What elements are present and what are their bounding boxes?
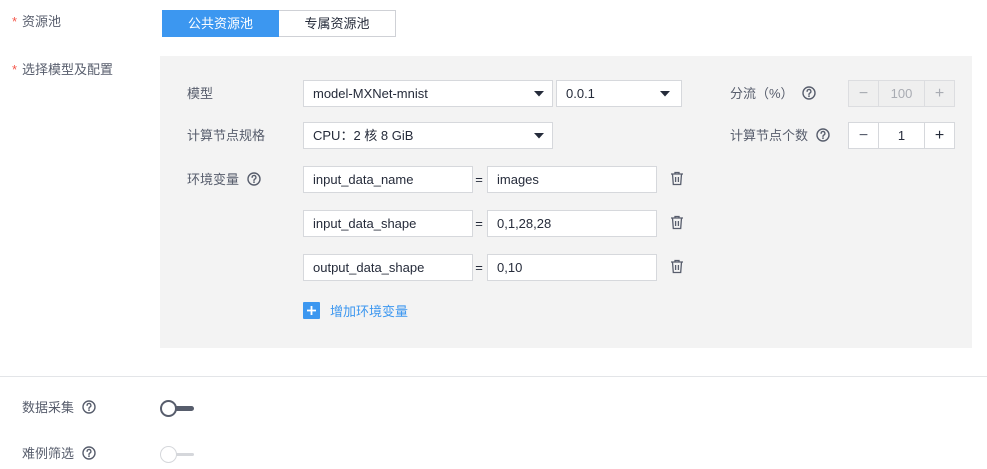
help-icon[interactable] xyxy=(247,172,261,186)
traffic-stepper[interactable]: − 100 + xyxy=(848,80,955,107)
instance-count-label: 计算节点个数 xyxy=(730,122,830,149)
env-value-input[interactable] xyxy=(487,254,657,281)
traffic-increment-button[interactable]: + xyxy=(925,81,954,106)
spec-label: 计算节点规格 xyxy=(187,128,266,143)
help-icon[interactable] xyxy=(82,446,96,460)
hard-example-filter-label-text: 难例筛选 xyxy=(22,446,75,461)
required-mark: * xyxy=(12,14,18,29)
model-config-label-text: 选择模型及配置 xyxy=(22,62,114,77)
caret-down-icon xyxy=(660,91,670,97)
help-icon[interactable] xyxy=(801,86,816,100)
env-label-text: 环境变量 xyxy=(187,172,240,187)
add-env-variable-label: 增加环境变量 xyxy=(330,304,409,319)
data-collection-label-text: 数据采集 xyxy=(22,400,75,415)
instance-count-increment-button[interactable]: + xyxy=(925,123,954,148)
traffic-label: 分流（%） xyxy=(730,80,816,107)
env-value-input[interactable] xyxy=(487,166,657,193)
switch-knob xyxy=(160,446,177,463)
section-divider xyxy=(0,376,987,377)
caret-down-icon xyxy=(534,133,544,139)
env-value-input[interactable] xyxy=(487,210,657,237)
env-separator: = xyxy=(475,216,483,231)
hard-example-filter-switch[interactable] xyxy=(160,446,194,463)
spec-select[interactable]: CPU：2 核 8 GiB xyxy=(303,122,553,149)
data-collection-label: 数据采集 xyxy=(22,400,96,416)
traffic-label-text: 分流（%） xyxy=(730,86,794,101)
model-select-value: model-MXNet-mnist xyxy=(313,86,428,101)
trash-icon[interactable] xyxy=(670,171,684,186)
instance-count-decrement-button[interactable]: − xyxy=(849,123,878,148)
spec-select-value: CPU：2 核 8 GiB xyxy=(313,128,414,143)
required-mark: * xyxy=(12,62,18,77)
model-config-panel: 模型 model-MXNet-mnist 0.0.1 分流（%） − 100 +… xyxy=(160,56,972,348)
resource-pool-label: * 资源池 xyxy=(12,14,61,30)
plus-square-icon xyxy=(303,302,320,319)
instance-count-label-text: 计算节点个数 xyxy=(730,128,809,143)
env-name-input[interactable] xyxy=(303,254,473,281)
model-select[interactable]: model-MXNet-mnist xyxy=(303,80,553,107)
traffic-decrement-button[interactable]: − xyxy=(849,81,878,106)
resource-pool-label-text: 资源池 xyxy=(22,14,62,29)
caret-down-icon xyxy=(534,91,544,97)
trash-icon[interactable] xyxy=(670,215,684,230)
model-config-label: * 选择模型及配置 xyxy=(12,62,113,78)
help-icon[interactable] xyxy=(82,400,96,414)
env-separator: = xyxy=(475,260,483,275)
switch-knob xyxy=(160,400,177,417)
env-label: 环境变量 xyxy=(187,166,261,193)
trash-icon[interactable] xyxy=(670,259,684,274)
version-select[interactable]: 0.0.1 xyxy=(556,80,682,107)
resource-pool-toggle: 公共资源池 专属资源池 xyxy=(162,10,396,37)
public-pool-button[interactable]: 公共资源池 xyxy=(162,10,279,37)
instance-count-value[interactable]: 1 xyxy=(878,123,925,148)
env-name-input[interactable] xyxy=(303,166,473,193)
data-collection-switch[interactable] xyxy=(160,400,194,417)
version-select-value: 0.0.1 xyxy=(566,86,595,101)
add-env-variable-button[interactable]: 增加环境变量 xyxy=(303,302,408,319)
dedicated-pool-button[interactable]: 专属资源池 xyxy=(279,10,396,37)
instance-count-stepper[interactable]: − 1 + xyxy=(848,122,955,149)
traffic-value[interactable]: 100 xyxy=(878,81,925,106)
hard-example-filter-label: 难例筛选 xyxy=(22,446,96,462)
env-separator: = xyxy=(475,172,483,187)
model-label: 模型 xyxy=(187,86,214,101)
help-icon[interactable] xyxy=(816,128,830,142)
env-name-input[interactable] xyxy=(303,210,473,237)
